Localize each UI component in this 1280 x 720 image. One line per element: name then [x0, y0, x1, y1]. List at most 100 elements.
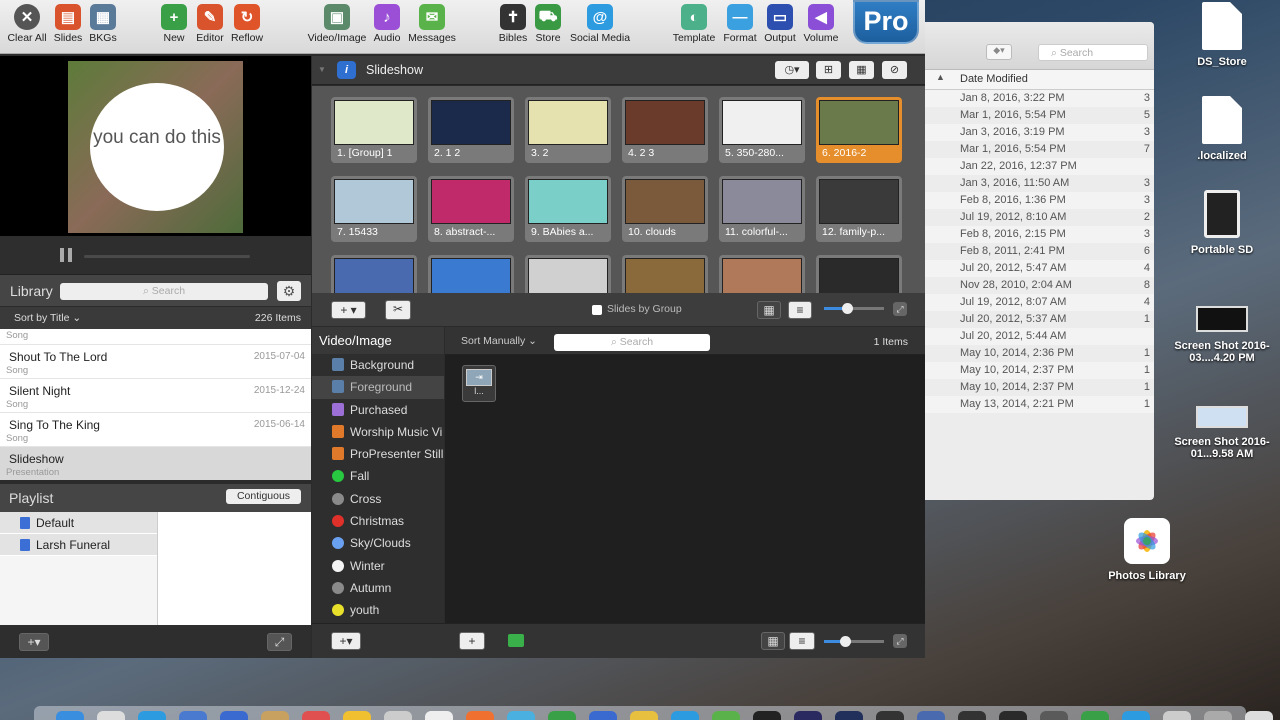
finder-row[interactable]: Jan 8, 2016, 3:22 PM 3 [920, 90, 1154, 107]
dock-app-icon[interactable] [261, 711, 289, 720]
desktop-icon-screenshot-2[interactable]: Screen Shot 2016-01...9.58 AM [1167, 406, 1277, 460]
volume-button[interactable]: ◀ Volume [800, 4, 842, 44]
add-media-button[interactable]: + [459, 632, 485, 650]
slide-thumbnail[interactable] [622, 255, 708, 293]
dock-app-icon[interactable] [671, 711, 699, 720]
media-search-input[interactable]: ⌕ Search [554, 334, 710, 351]
expand-icon[interactable]: ⤢ [893, 302, 907, 316]
audio-button[interactable]: ♪ Audio [368, 4, 406, 44]
slide-thumbnail[interactable]: 8. abstract-... [428, 176, 514, 242]
finder-row[interactable]: May 10, 2014, 2:36 PM 1 [920, 345, 1154, 362]
info-icon[interactable]: i [337, 61, 356, 79]
reflow-button[interactable]: ↻ Reflow [228, 4, 266, 44]
desktop-icon-portable-sd[interactable]: Portable SD [1167, 190, 1277, 256]
media-item[interactable]: ⇥ l... [462, 365, 496, 402]
template-button[interactable]: ◐ Template [668, 4, 720, 44]
slide-thumbnail[interactable] [525, 255, 611, 293]
output-button[interactable]: ▭ Output [760, 4, 800, 44]
clear-icon[interactable]: ⊘ [882, 61, 907, 79]
dock-app-icon[interactable] [1081, 711, 1109, 720]
finder-column-header[interactable]: ▲ Date Modified [920, 70, 1154, 90]
dock-app-icon[interactable] [302, 711, 330, 720]
new-button[interactable]: + New [158, 4, 190, 44]
zoom-slider[interactable] [824, 303, 884, 314]
date-modified-column[interactable]: Date Modified [960, 73, 1028, 85]
dock-app-icon[interactable] [1040, 711, 1068, 720]
finder-row[interactable]: Jul 20, 2012, 5:44 AM [920, 328, 1154, 345]
category-background[interactable]: Background [312, 354, 444, 376]
format-button[interactable]: — Format [721, 4, 759, 44]
grid-view-icon[interactable]: ▦ [757, 301, 781, 319]
slide-thumbnail[interactable]: 1. [Group] 1 [331, 97, 417, 163]
list-view-icon[interactable]: ≡ [789, 632, 815, 650]
slide-thumbnail[interactable]: 6. 2016-2 [816, 97, 902, 163]
editor-button[interactable]: ✎ Editor [192, 4, 228, 44]
slides-button[interactable]: ▤ Slides [50, 4, 86, 44]
category-fall[interactable]: Fall [312, 465, 444, 487]
bkgs-button[interactable]: ▦ BKGs [86, 4, 120, 44]
slides-by-group-checkbox[interactable] [592, 305, 602, 315]
scissors-icon[interactable]: ✂ [385, 300, 411, 320]
zoom-slider-knob[interactable] [842, 303, 853, 314]
dock-app-icon[interactable] [1163, 711, 1191, 720]
pause-button[interactable] [60, 248, 72, 262]
dock-app-icon[interactable] [220, 711, 248, 720]
presentation-settings-icon[interactable]: ▦ [849, 61, 874, 79]
dock-app-icon[interactable] [712, 711, 740, 720]
timeline-scrubber[interactable] [84, 255, 250, 258]
dock-app-icon[interactable] [1122, 711, 1150, 720]
finder-row[interactable]: Jul 19, 2012, 8:07 AM 4 [920, 294, 1154, 311]
finder-row[interactable]: Feb 8, 2016, 1:36 PM 3 [920, 192, 1154, 209]
dock-app-icon[interactable] [589, 711, 617, 720]
dock-app-icon[interactable] [56, 711, 84, 720]
dock-app-icon[interactable] [1204, 711, 1232, 720]
category-sky-clouds[interactable]: Sky/Clouds [312, 532, 444, 554]
finder-row[interactable]: May 10, 2014, 2:37 PM 1 [920, 379, 1154, 396]
dock-app-icon[interactable] [548, 711, 576, 720]
dock-app-icon[interactable] [97, 711, 125, 720]
dock-app-icon[interactable] [917, 711, 945, 720]
category-autumn[interactable]: Autumn [312, 577, 444, 599]
finder-row[interactable]: Mar 1, 2016, 5:54 PM 7 [920, 141, 1154, 158]
dock-app-icon[interactable] [507, 711, 535, 720]
category-christmas[interactable]: Christmas [312, 510, 444, 532]
category-propresenter-still[interactable]: ProPresenter Still [312, 443, 444, 465]
dock-app-icon[interactable] [794, 711, 822, 720]
finder-search-input[interactable]: ⌕ Search [1038, 44, 1148, 61]
slide-thumbnail[interactable]: 10. clouds [622, 176, 708, 242]
dock-app-icon[interactable] [1245, 711, 1273, 720]
slide-thumbnail[interactable] [816, 255, 902, 293]
desktop-icon-ds-store[interactable]: DS_Store [1167, 2, 1277, 68]
store-button[interactable]: ⛟ Store [532, 4, 564, 44]
category-winter[interactable]: Winter [312, 555, 444, 577]
slide-thumbnail[interactable]: 7. 15433 [331, 176, 417, 242]
list-item[interactable]: Song [0, 329, 311, 345]
slide-thumbnail[interactable]: 5. 350-280... [719, 97, 805, 163]
desktop-icon-photos-library[interactable]: Photos Library [1092, 518, 1202, 582]
dock-app-icon[interactable] [138, 711, 166, 720]
list-item[interactable]: Sing To The King Song 2015-06-14 [0, 413, 311, 447]
slide-thumbnail[interactable]: 4. 2 3 [622, 97, 708, 163]
finder-row[interactable]: May 13, 2014, 2:21 PM 1 [920, 396, 1154, 413]
category-cross[interactable]: Cross [312, 488, 444, 510]
slide-thumbnail[interactable]: 3. 2 [525, 97, 611, 163]
grid-view-icon[interactable]: ▦ [761, 632, 785, 650]
finder-row[interactable]: Jul 20, 2012, 5:37 AM 1 [920, 311, 1154, 328]
media-sort-dropdown[interactable]: Sort Manually ⌄ [461, 335, 537, 347]
finder-row[interactable]: Jul 19, 2012, 8:10 AM 2 [920, 209, 1154, 226]
slide-thumbnail[interactable] [719, 255, 805, 293]
dropbox-icon[interactable]: ◆▾ [986, 44, 1012, 60]
finder-row[interactable]: Jan 3, 2016, 3:19 PM 3 [920, 124, 1154, 141]
category-foreground[interactable]: Foreground [312, 376, 444, 399]
clear-all-button[interactable]: ✕ Clear All [4, 4, 50, 44]
finder-row[interactable]: Feb 8, 2011, 2:41 PM 6 [920, 243, 1154, 260]
finder-row[interactable]: Jan 22, 2016, 12:37 PM [920, 158, 1154, 175]
category-worship-music-vi[interactable]: Worship Music Vi [312, 421, 444, 443]
expand-icon[interactable]: ⤢ [267, 633, 292, 651]
slide-thumbnail[interactable] [428, 255, 514, 293]
dock-app-icon[interactable] [384, 711, 412, 720]
slide-thumbnail[interactable] [331, 255, 417, 293]
finder-row[interactable]: Feb 8, 2016, 2:15 PM 3 [920, 226, 1154, 243]
add-category-button[interactable]: +▾ [331, 632, 361, 650]
zoom-slider-knob[interactable] [840, 636, 851, 647]
